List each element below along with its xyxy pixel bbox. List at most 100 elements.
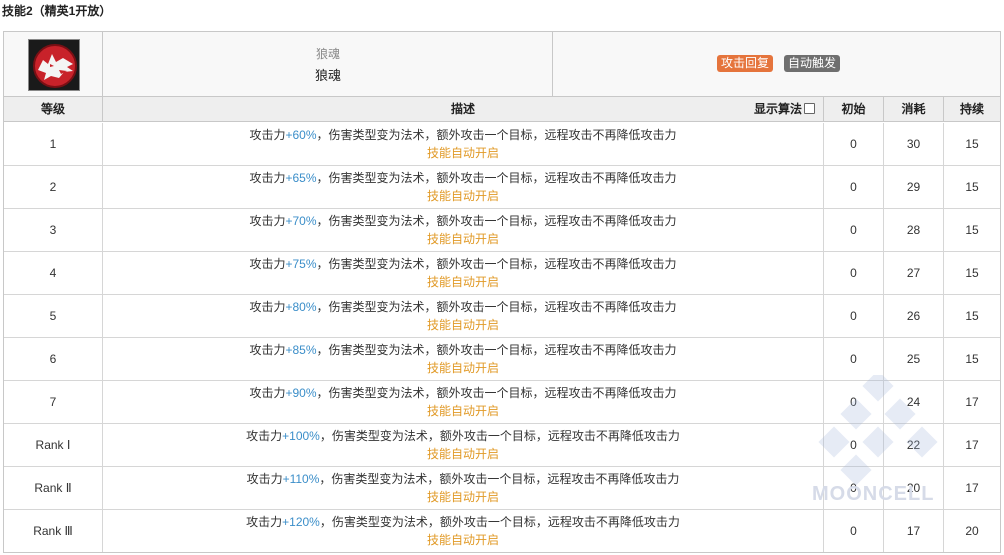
auto-activate-text: 技能自动开启 (426, 275, 499, 289)
description-value: +100% (282, 429, 320, 443)
description-suffix: ，伤害类型变为法术，额外攻击一个目标，远程攻击不再降低攻击力 (316, 128, 677, 142)
description-prefix: 攻击力 (249, 257, 286, 271)
cell-description: 攻击力+70%，伤害类型变为法术，额外攻击一个目标，远程攻击不再降低攻击力技能自… (103, 209, 824, 251)
auto-activate-text: 技能自动开启 (426, 404, 499, 418)
skill-icon-cell (4, 32, 103, 96)
description-prefix: 攻击力 (249, 386, 286, 400)
description-suffix: ，伤害类型变为法术，额外攻击一个目标，远程攻击不再降低攻击力 (316, 214, 677, 228)
auto-activate-text: 技能自动开启 (426, 447, 499, 461)
tag-attack-recovery: 攻击回复 (717, 55, 774, 72)
description-text: 攻击力+85%，伤害类型变为法术，额外攻击一个目标，远程攻击不再降低攻击力 (103, 341, 823, 359)
description-value: +120% (282, 515, 320, 529)
cell-description: 攻击力+85%，伤害类型变为法术，额外攻击一个目标，远程攻击不再降低攻击力技能自… (103, 338, 824, 380)
table-row: Rank Ⅲ 攻击力+120%，伤害类型变为法术，额外攻击一个目标，远程攻击不再降… (4, 510, 1000, 553)
cell-level: Rank Ⅱ (4, 467, 103, 509)
skill-tags-cell: 攻击回复 自动触发 (554, 32, 1000, 96)
header-description: 描述 显示算法 (103, 97, 824, 121)
header-level: 等级 (4, 97, 103, 121)
header-cost: 消耗 (884, 97, 944, 121)
table-header: 等级 描述 显示算法 初始 消耗 持续 (4, 97, 1000, 122)
description-text: 攻击力+80%，伤害类型变为法术，额外攻击一个目标，远程攻击不再降低攻击力 (103, 298, 823, 316)
cell-description: 攻击力+100%，伤害类型变为法术，额外攻击一个目标，远程攻击不再降低攻击力技能… (103, 424, 824, 466)
description-suffix: ，伤害类型变为法术，额外攻击一个目标，远程攻击不再降低攻击力 (316, 257, 677, 271)
description-suffix: ，伤害类型变为法术，额外攻击一个目标，远程攻击不再降低攻击力 (316, 300, 677, 314)
cell-initial: 0 (824, 381, 884, 423)
cell-initial: 0 (824, 123, 884, 165)
table-row: Rank Ⅱ 攻击力+110%，伤害类型变为法术，额外攻击一个目标，远程攻击不再降… (4, 467, 1000, 510)
description-suffix: ，伤害类型变为法术，额外攻击一个目标，远程攻击不再降低攻击力 (316, 343, 677, 357)
cell-description: 攻击力+110%，伤害类型变为法术，额外攻击一个目标，远程攻击不再降低攻击力技能… (103, 467, 824, 509)
description-suffix: ，伤害类型变为法术，额外攻击一个目标，远程攻击不再降低攻击力 (316, 386, 677, 400)
cell-level: 4 (4, 252, 103, 294)
auto-activate-text: 技能自动开启 (426, 232, 499, 246)
formula-toggle[interactable]: 显示算法 (754, 97, 815, 121)
cell-initial: 0 (824, 252, 884, 294)
cell-cost: 30 (884, 123, 944, 165)
skill-header: 狼魂 狼魂 攻击回复 自动触发 (4, 32, 1000, 97)
description-value: +80% (285, 300, 317, 314)
description-suffix: ，伤害类型变为法术，额外攻击一个目标，远程攻击不再降低攻击力 (319, 515, 680, 529)
section-title: 技能2（精英1开放） (2, 4, 112, 18)
cell-initial: 0 (824, 295, 884, 337)
description-prefix: 攻击力 (246, 515, 283, 529)
cell-initial: 0 (824, 510, 884, 552)
description-value: +110% (282, 472, 320, 486)
cell-description: 攻击力+120%，伤害类型变为法术，额外攻击一个目标，远程攻击不再降低攻击力 技能… (103, 510, 824, 552)
cell-duration: 17 (965, 481, 979, 495)
description-prefix: 攻击力 (246, 429, 283, 443)
description-prefix: 攻击力 (249, 300, 286, 314)
description-suffix: ，伤害类型变为法术，额外攻击一个目标，远程攻击不再降低攻击力 (319, 429, 680, 443)
cell-level: 5 (4, 295, 103, 337)
description-prefix: 攻击力 (246, 472, 283, 486)
wolf-soul-icon (28, 39, 80, 91)
auto-activate-text: 技能自动开启 (426, 318, 499, 332)
header-description-label: 描述 (450, 102, 475, 116)
cell-description: 攻击力+75%，伤害类型变为法术，额外攻击一个目标，远程攻击不再降低攻击力 技能自… (103, 252, 824, 294)
formula-checkbox[interactable] (804, 103, 815, 114)
cell-cost: 20 (884, 467, 944, 509)
cell-level: Rank Ⅲ (4, 510, 103, 552)
cell-level: 7 (4, 381, 103, 423)
cell-duration: 15 (965, 180, 979, 194)
cell-level: Rank Ⅰ (4, 424, 103, 466)
table-row: 2 攻击力+65%，伤害类型变为法术，额外攻击一个目标，远程攻击不再降低攻击力 技能… (4, 166, 1000, 209)
auto-activate-text: 技能自动开启 (426, 146, 499, 160)
cell-duration: 15 (965, 223, 979, 237)
table-row: 4 攻击力+75%，伤害类型变为法术，额外攻击一个目标，远程攻击不再降低攻击力 技能… (4, 252, 1000, 295)
cell-cost: 26 (884, 295, 944, 337)
description-prefix: 攻击力 (249, 214, 286, 228)
cell-duration: 20 (965, 524, 979, 538)
cell-description: 攻击力+60%，伤害类型变为法术，额外攻击一个目标，远程攻击不再降低攻击力技能自… (103, 123, 824, 165)
description-text: 攻击力+120%，伤害类型变为法术，额外攻击一个目标，远程攻击不再降低攻击力 (103, 513, 823, 531)
description-prefix: 攻击力 (249, 128, 286, 142)
cell-description: 攻击力+80%，伤害类型变为法术，额外攻击一个目标，远程攻击不再降低攻击力技能自… (103, 295, 824, 337)
tag-auto-trigger: 自动触发 (784, 55, 841, 72)
table-body: 1 攻击力+60%，伤害类型变为法术，额外攻击一个目标，远程攻击不再降低攻击力 技能… (4, 123, 1000, 553)
description-text: 攻击力+90%，伤害类型变为法术，额外攻击一个目标，远程攻击不再降低攻击力 (103, 384, 823, 402)
skill-name-subtitle: 狼魂 (315, 47, 340, 61)
description-prefix: 攻击力 (249, 171, 286, 185)
cell-level: 2 (4, 166, 103, 208)
auto-activate-text: 技能自动开启 (426, 361, 499, 375)
cell-level: 6 (4, 338, 103, 380)
skill-table: 狼魂 狼魂 攻击回复 自动触发 等级 描述 显示算法 初始 消耗 持续 1 攻击力… (3, 31, 1001, 553)
cell-cost: 28 (884, 209, 944, 251)
header-initial: 初始 (824, 97, 884, 121)
description-suffix: ，伤害类型变为法术，额外攻击一个目标，远程攻击不再降低攻击力 (319, 472, 680, 486)
cell-cost: 17 (884, 510, 944, 552)
formula-toggle-label: 显示算法 (753, 102, 802, 116)
description-suffix: ，伤害类型变为法术，额外攻击一个目标，远程攻击不再降低攻击力 (316, 171, 677, 185)
cell-duration: 15 (965, 309, 979, 323)
table-row: Rank Ⅰ 攻击力+100%，伤害类型变为法术，额外攻击一个目标，远程攻击不再降… (4, 424, 1000, 467)
cell-description: 攻击力+65%，伤害类型变为法术，额外攻击一个目标，远程攻击不再降低攻击力 技能自… (103, 166, 824, 208)
cell-level: 1 (4, 123, 103, 165)
description-text: 攻击力+100%，伤害类型变为法术，额外攻击一个目标，远程攻击不再降低攻击力 (103, 427, 823, 445)
description-value: +60% (285, 128, 317, 142)
auto-activate-text: 技能自动开启 (426, 490, 499, 504)
table-row: 7 攻击力+90%，伤害类型变为法术，额外攻击一个目标，远程攻击不再降低攻击力技能… (4, 381, 1000, 424)
cell-cost: 24 (884, 381, 944, 423)
description-text: 攻击力+110%，伤害类型变为法术，额外攻击一个目标，远程攻击不再降低攻击力 (103, 470, 823, 488)
cell-cost: 25 (884, 338, 944, 380)
cell-duration: 15 (965, 266, 979, 280)
description-value: +70% (285, 214, 317, 228)
